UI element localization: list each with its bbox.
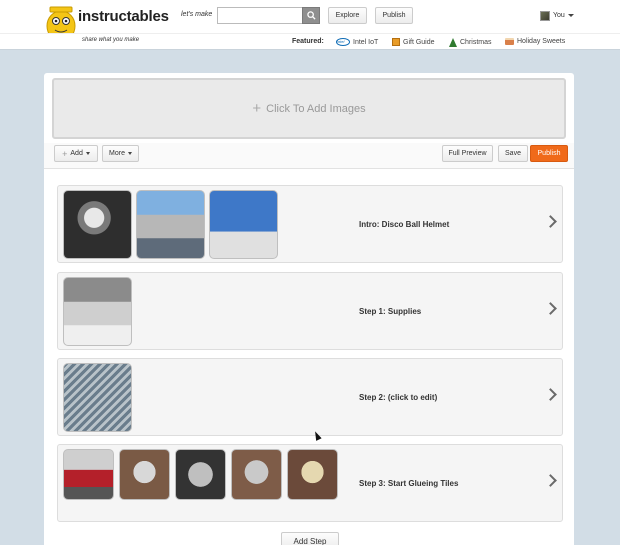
brand-name[interactable]: instructables [78,8,169,25]
top-bar: instructables let's make Explore Publish… [0,0,620,48]
step-card-1[interactable]: Step 1: Supplies [57,272,563,350]
add-label: Add [70,150,83,157]
step-thumbnail[interactable] [63,277,132,346]
dropzone-label: Click To Add Images [266,102,366,115]
chevron-right-icon[interactable] [544,302,557,315]
header-publish-button[interactable]: Publish [375,7,413,24]
explore-button[interactable]: Explore [328,7,367,24]
chevron-right-icon[interactable] [544,215,557,228]
search-input[interactable] [217,7,303,24]
user-menu-label[interactable]: You [553,12,565,19]
editor-panel: + Click To Add Images + Add More Full Pr… [44,73,574,545]
step-thumbnail[interactable] [231,449,282,500]
featured-link-intel-iot[interactable]: intel Intel IoT [336,38,378,46]
featured-link-label: Holiday Sweets [517,38,566,45]
plus-icon: + [62,148,68,159]
cake-icon [505,38,514,45]
publish-button[interactable]: Publish [530,145,568,162]
featured-link-holiday-sweets[interactable]: Holiday Sweets [505,38,565,45]
chevron-right-icon[interactable] [544,474,557,487]
add-images-dropzone[interactable]: + Click To Add Images [52,78,566,139]
featured-link-christmas[interactable]: Christmas [449,38,492,47]
full-preview-button[interactable]: Full Preview [442,145,493,162]
step-card-2[interactable]: Step 2: (click to edit) [57,358,563,436]
gift-icon [392,38,400,46]
step-thumbnail[interactable] [119,449,170,500]
step-title: Step 3: Start Glueing Tiles [359,479,459,488]
add-dropdown-button[interactable]: + Add [54,145,98,162]
step-title: Intro: Disco Ball Helmet [359,220,450,229]
lets-make-label: let's make [181,11,213,18]
intel-logo-icon: intel [336,38,350,46]
chevron-right-icon[interactable] [544,388,557,401]
featured-link-gift-guide[interactable]: Gift Guide [392,38,435,46]
avatar[interactable] [540,11,550,21]
step-thumbnail[interactable] [287,449,338,500]
step-card-intro[interactable]: Intro: Disco Ball Helmet [57,185,563,263]
more-dropdown-button[interactable]: More [102,145,139,162]
step-thumbnail[interactable] [63,363,132,432]
step-thumbnail[interactable] [63,449,114,500]
step-card-3[interactable]: Step 3: Start Glueing Tiles [57,444,563,522]
featured-link-label: Gift Guide [403,38,435,46]
christmas-tree-icon [449,38,457,47]
plus-icon: + [252,100,262,117]
step-title: Step 2: (click to edit) [359,393,438,402]
more-label: More [109,150,125,157]
featured-link-label: Intel IoT [353,38,379,46]
step-thumbnail[interactable] [136,190,205,259]
search-button[interactable] [302,7,320,24]
step-thumbnail[interactable] [175,449,226,500]
featured-label: Featured: [292,38,324,45]
tagline: share what you make [82,37,140,43]
chevron-down-icon[interactable] [568,14,574,17]
search-icon [306,11,316,20]
add-step-button[interactable]: Add Step [281,532,339,545]
chevron-down-icon [85,152,90,155]
step-title: Step 1: Supplies [359,307,422,316]
step-thumbnail[interactable] [209,190,278,259]
save-button[interactable]: Save [498,145,528,162]
chevron-down-icon [127,152,132,155]
step-thumbnail[interactable] [63,190,132,259]
featured-link-label: Christmas [460,39,492,46]
